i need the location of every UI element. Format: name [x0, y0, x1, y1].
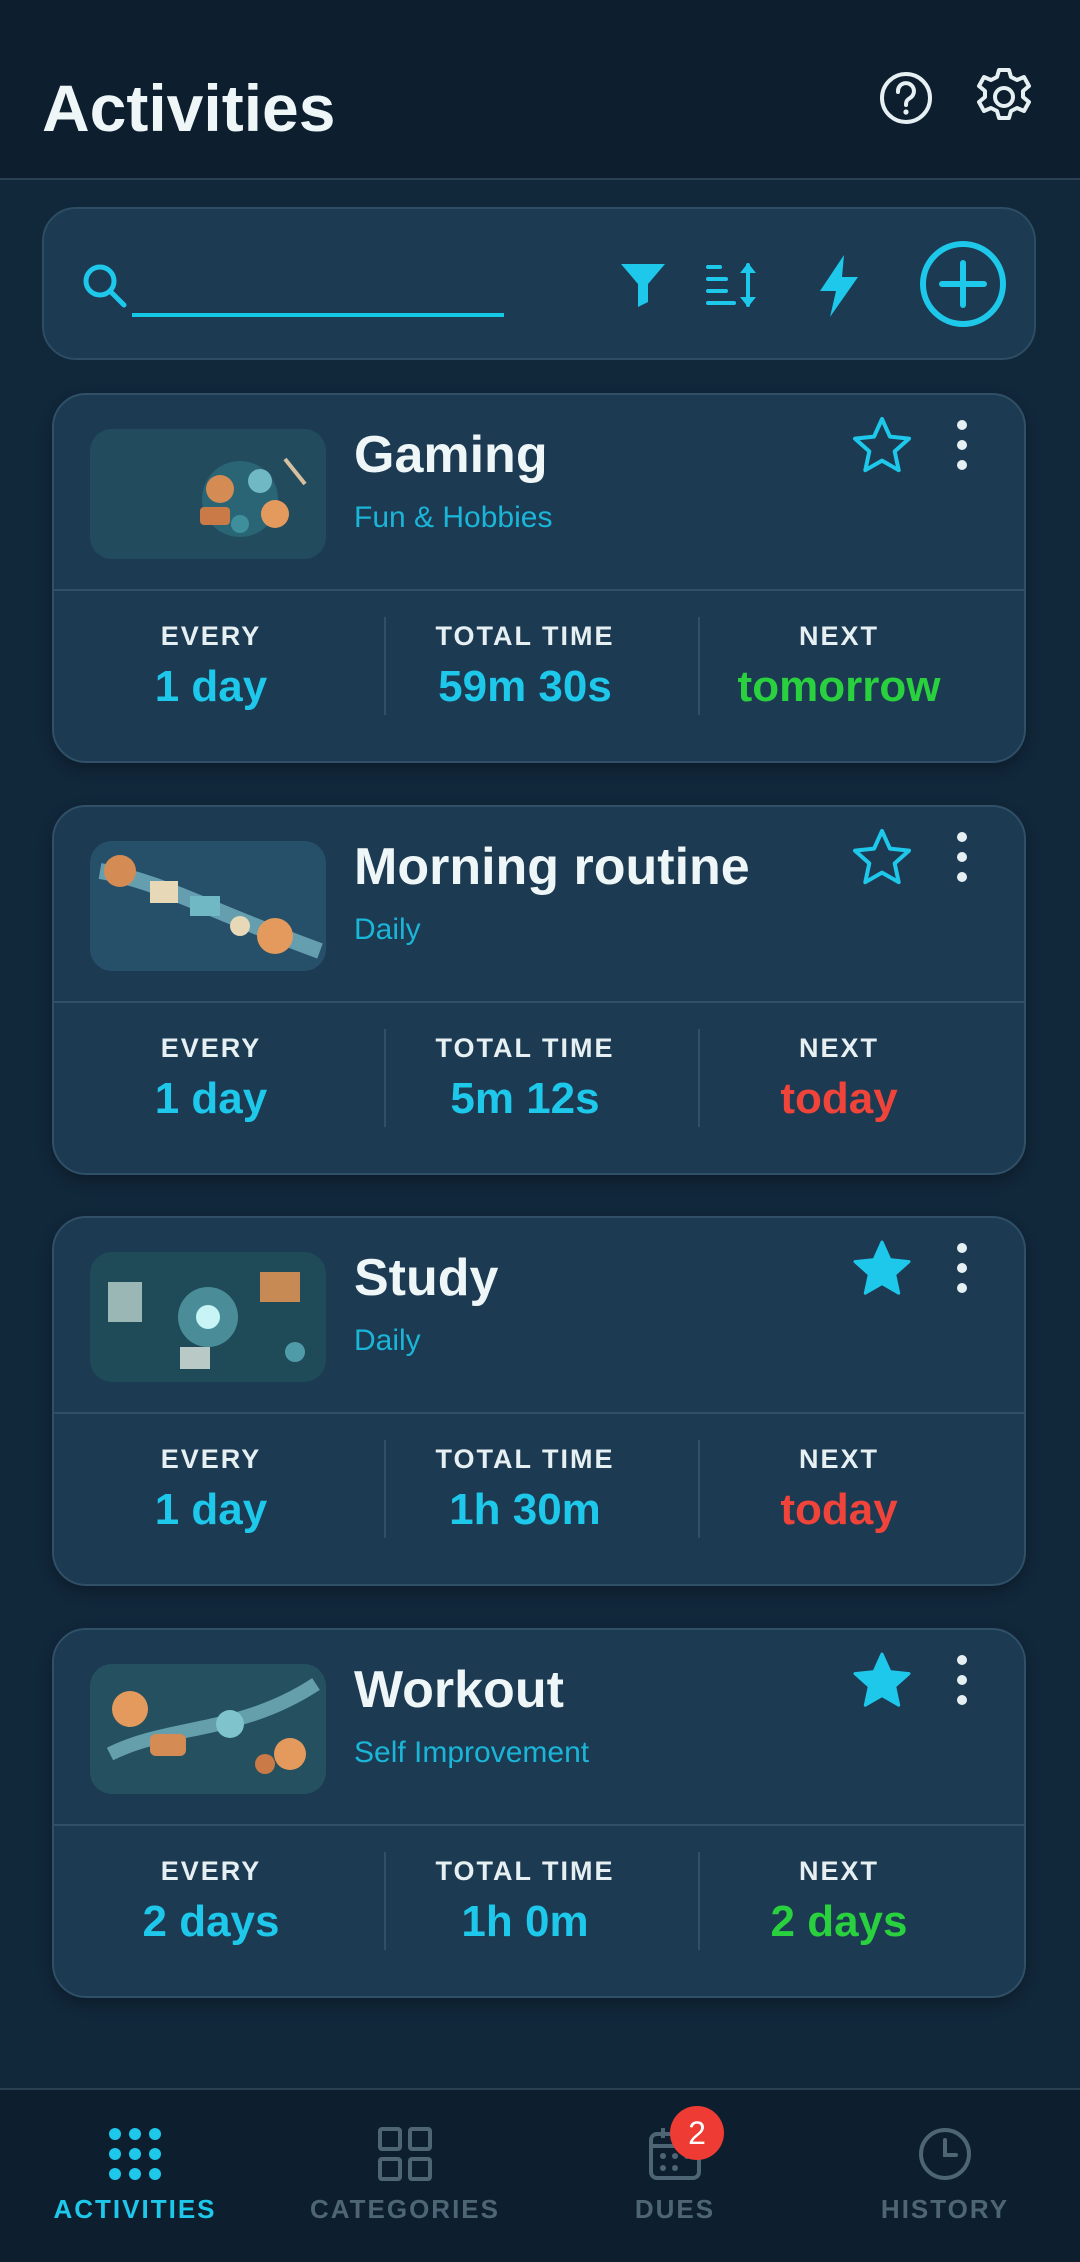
stat-label: EVERY — [160, 1033, 262, 1063]
stat-value: 1 day — [154, 662, 268, 711]
dues-count-badge: 2 — [670, 2106, 724, 2160]
activity-thumbnail — [90, 429, 326, 559]
search-input[interactable] — [132, 251, 504, 317]
help-circle-icon — [880, 72, 932, 124]
stat-value: tomorrow — [737, 662, 941, 711]
stat-label: EVERY — [160, 1444, 262, 1474]
activity-card-morning-routine[interactable]: Morning routine Daily EVERY 1 day TOTAL … — [52, 805, 1026, 1175]
stat-label: NEXT — [798, 1856, 879, 1886]
stat-value: 1 day — [154, 1074, 268, 1123]
stat-label: NEXT — [798, 1444, 879, 1474]
page-title: Activities — [42, 71, 336, 145]
stat-total-time: TOTAL TIME 59m 30s — [368, 621, 682, 712]
app-bar: Activities — [0, 0, 1080, 180]
card-divider — [54, 1001, 1024, 1003]
stat-value: 5m 12s — [450, 1074, 600, 1123]
activity-category: Daily — [354, 913, 421, 946]
star-outline-icon[interactable] — [849, 825, 915, 891]
stat-every: EVERY 1 day — [54, 621, 368, 712]
stat-total-time: TOTAL TIME 5m 12s — [368, 1033, 682, 1124]
stat-label: NEXT — [798, 1033, 879, 1063]
activity-title: Study — [354, 1249, 499, 1307]
more-vertical-icon[interactable] — [950, 417, 974, 473]
stat-value: today — [780, 1074, 898, 1123]
stat-label: EVERY — [160, 1856, 262, 1886]
card-divider — [54, 1412, 1024, 1414]
more-vertical-icon[interactable] — [950, 1240, 974, 1296]
more-vertical-icon[interactable] — [950, 829, 974, 885]
stat-value: today — [780, 1485, 898, 1534]
stat-label: EVERY — [160, 621, 262, 651]
more-vertical-icon[interactable] — [950, 1652, 974, 1708]
stat-next: NEXT tomorrow — [682, 621, 996, 712]
nav-label: DUES — [634, 2194, 716, 2224]
stat-next: NEXT 2 days — [682, 1856, 996, 1947]
nav-label: ACTIVITIES — [53, 2194, 217, 2224]
stat-value: 2 days — [770, 1897, 908, 1946]
nav-item-history[interactable]: HISTORY — [810, 2090, 1080, 2262]
star-filled-icon[interactable] — [849, 1236, 915, 1302]
stat-value: 1h 30m — [449, 1485, 601, 1534]
stat-label: NEXT — [798, 621, 879, 651]
star-outline-icon[interactable] — [849, 413, 915, 479]
grid-dots-icon — [109, 2128, 161, 2180]
stat-label: TOTAL TIME — [435, 1444, 615, 1474]
stat-total-time: TOTAL TIME 1h 30m — [368, 1444, 682, 1535]
activity-title: Gaming — [354, 426, 548, 484]
stat-value: 2 days — [142, 1897, 280, 1946]
bottom-navigation: ACTIVITIES CATEGORIES DUES 2 HISTORY — [0, 2088, 1080, 2262]
help-button[interactable] — [876, 68, 936, 128]
activity-category: Daily — [354, 1324, 421, 1357]
stat-label: TOTAL TIME — [435, 621, 615, 651]
stat-every: EVERY 1 day — [54, 1033, 368, 1124]
stat-every: EVERY 1 day — [54, 1444, 368, 1535]
grid-squares-icon — [378, 2127, 432, 2181]
star-filled-icon[interactable] — [849, 1648, 915, 1714]
activity-category: Fun & Hobbies — [354, 501, 553, 534]
stat-label: TOTAL TIME — [435, 1856, 615, 1886]
activity-card-gaming[interactable]: Gaming Fun & Hobbies EVERY 1 day TOTAL T… — [52, 393, 1026, 763]
card-divider — [54, 1824, 1024, 1826]
activity-title: Workout — [354, 1661, 564, 1719]
nav-label: HISTORY — [880, 2194, 1010, 2224]
gear-icon — [977, 68, 1031, 120]
search-toolbar — [42, 207, 1036, 360]
stat-next: NEXT today — [682, 1444, 996, 1535]
clock-icon — [919, 2128, 971, 2180]
nav-item-categories[interactable]: CATEGORIES — [270, 2090, 540, 2262]
settings-button[interactable] — [971, 64, 1037, 130]
bolt-icon[interactable] — [814, 253, 864, 319]
search-icon[interactable] — [80, 261, 130, 311]
stat-value: 59m 30s — [438, 662, 612, 711]
stat-label: TOTAL TIME — [435, 1033, 615, 1063]
activity-thumbnail — [90, 1252, 326, 1382]
stat-total-time: TOTAL TIME 1h 0m — [368, 1856, 682, 1947]
activity-category: Self Improvement — [354, 1736, 590, 1769]
card-divider — [54, 589, 1024, 591]
stat-next: NEXT today — [682, 1033, 996, 1124]
nav-item-activities[interactable]: ACTIVITIES — [0, 2090, 270, 2262]
activity-card-workout[interactable]: Workout Self Improvement EVERY 2 days TO… — [52, 1628, 1026, 1998]
stat-value: 1h 0m — [461, 1897, 589, 1946]
stat-every: EVERY 2 days — [54, 1856, 368, 1947]
activity-card-study[interactable]: Study Daily EVERY 1 day TOTAL TIME 1h 30… — [52, 1216, 1026, 1586]
filter-icon[interactable] — [618, 259, 668, 309]
activity-thumbnail — [90, 1664, 326, 1794]
add-circle-icon[interactable] — [918, 239, 1008, 329]
nav-label: CATEGORIES — [310, 2194, 500, 2224]
stat-value: 1 day — [154, 1485, 268, 1534]
activity-thumbnail — [90, 841, 326, 971]
sort-icon[interactable] — [704, 257, 760, 313]
activity-title: Morning routine — [354, 838, 750, 896]
